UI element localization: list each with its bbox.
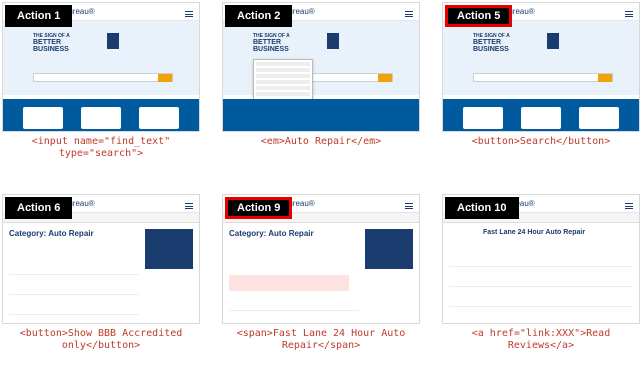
screenshot-thumb-10: Action 10 Bureau® Fast Lane 24 Hour Auto… <box>442 194 640 324</box>
menu-icon[interactable] <box>405 11 413 17</box>
screenshot-thumb-6: Action 6 Bureau® Category: Auto Repair <box>2 194 200 324</box>
action-badge: Action 1 <box>5 5 73 27</box>
category-title: Category: Auto Repair <box>229 229 314 238</box>
highlighted-result[interactable] <box>229 275 349 291</box>
caption-line: only</button> <box>61 340 141 351</box>
action-badge: Action 6 <box>5 197 73 219</box>
search-button[interactable] <box>598 74 612 82</box>
action-badge: Action 10 <box>445 197 519 219</box>
search-button[interactable] <box>158 74 172 82</box>
screenshot-thumb-2: Action 2 Bureau® THE SIGN OF A BETTER BUS… <box>222 2 420 132</box>
caption-line: <button>Search</button> <box>471 136 611 147</box>
action-cell-9: Action 9 Bureau® Category: Auto Repair <… <box>222 194 420 352</box>
action-cell-2: Action 2 Bureau® THE SIGN OF A BETTER BUS… <box>222 2 420 148</box>
hero-line-2: BETTER BUSINESS <box>253 39 289 53</box>
business-title: Fast Lane 24 Hour Auto Repair <box>483 229 586 236</box>
caption-line: Reviews</a> <box>507 340 575 351</box>
search-button[interactable] <box>378 74 392 82</box>
ad-banner[interactable] <box>365 229 413 269</box>
caption-line: type="search"> <box>58 148 144 159</box>
action-caption: <span>Fast Lane 24 Hour Auto Repair</spa… <box>222 328 420 352</box>
search-bar[interactable] <box>33 73 173 82</box>
bbb-logo-icon <box>107 33 119 49</box>
caption-line: <a href="link:XXX">Read <box>471 328 611 339</box>
search-bar[interactable] <box>473 73 613 82</box>
action-caption: <a href="link:XXX">Read Reviews</a> <box>442 328 640 352</box>
bbb-logo-icon <box>547 33 559 49</box>
hero-line-2: BETTER BUSINESS <box>473 39 509 53</box>
screenshot-thumb-9: Action 9 Bureau® Category: Auto Repair <box>222 194 420 324</box>
screenshot-thumb-1: Action 1 Bureau® THE SIGN OF A BETTER BUS… <box>2 2 200 132</box>
action-caption: <input name="find_text" type="search"> <box>2 136 200 160</box>
action-badge: Action 2 <box>225 5 293 27</box>
action-cell-5: Action 5 Bureau® THE SIGN OF A BETTER BUS… <box>442 2 640 148</box>
menu-icon[interactable] <box>625 11 633 17</box>
action-caption: <em>Auto Repair</em> <box>222 136 420 148</box>
menu-icon[interactable] <box>405 203 413 209</box>
caption-line: <span>Fast Lane 24 Hour Auto <box>236 328 406 339</box>
action-badge: Action 5 <box>445 5 513 27</box>
caption-line: <em>Auto Repair</em> <box>260 136 382 147</box>
action-cell-10: Action 10 Bureau® Fast Lane 24 Hour Auto… <box>442 194 640 352</box>
action-caption: <button>Search</button> <box>442 136 640 148</box>
bbb-logo-icon <box>327 33 339 49</box>
menu-icon[interactable] <box>185 11 193 17</box>
caption-line: <input name="find_text" <box>31 136 171 147</box>
action-badge: Action 9 <box>225 197 293 219</box>
menu-icon[interactable] <box>185 203 193 209</box>
action-cell-6: Action 6 Bureau® Category: Auto Repair <… <box>2 194 200 352</box>
caption-line: Repair</span> <box>281 340 361 351</box>
screenshot-thumb-5: Action 5 Bureau® THE SIGN OF A BETTER BUS… <box>442 2 640 132</box>
category-title: Category: Auto Repair <box>9 229 94 238</box>
hero-line-2: BETTER BUSINESS <box>33 39 69 53</box>
caption-line: <button>Show BBB Accredited <box>19 328 183 339</box>
menu-icon[interactable] <box>625 203 633 209</box>
ad-banner[interactable] <box>145 229 193 269</box>
action-caption: <button>Show BBB Accredited only</button… <box>2 328 200 352</box>
action-cell-1: Action 1 Bureau® THE SIGN OF A BETTER BUS… <box>2 2 200 160</box>
